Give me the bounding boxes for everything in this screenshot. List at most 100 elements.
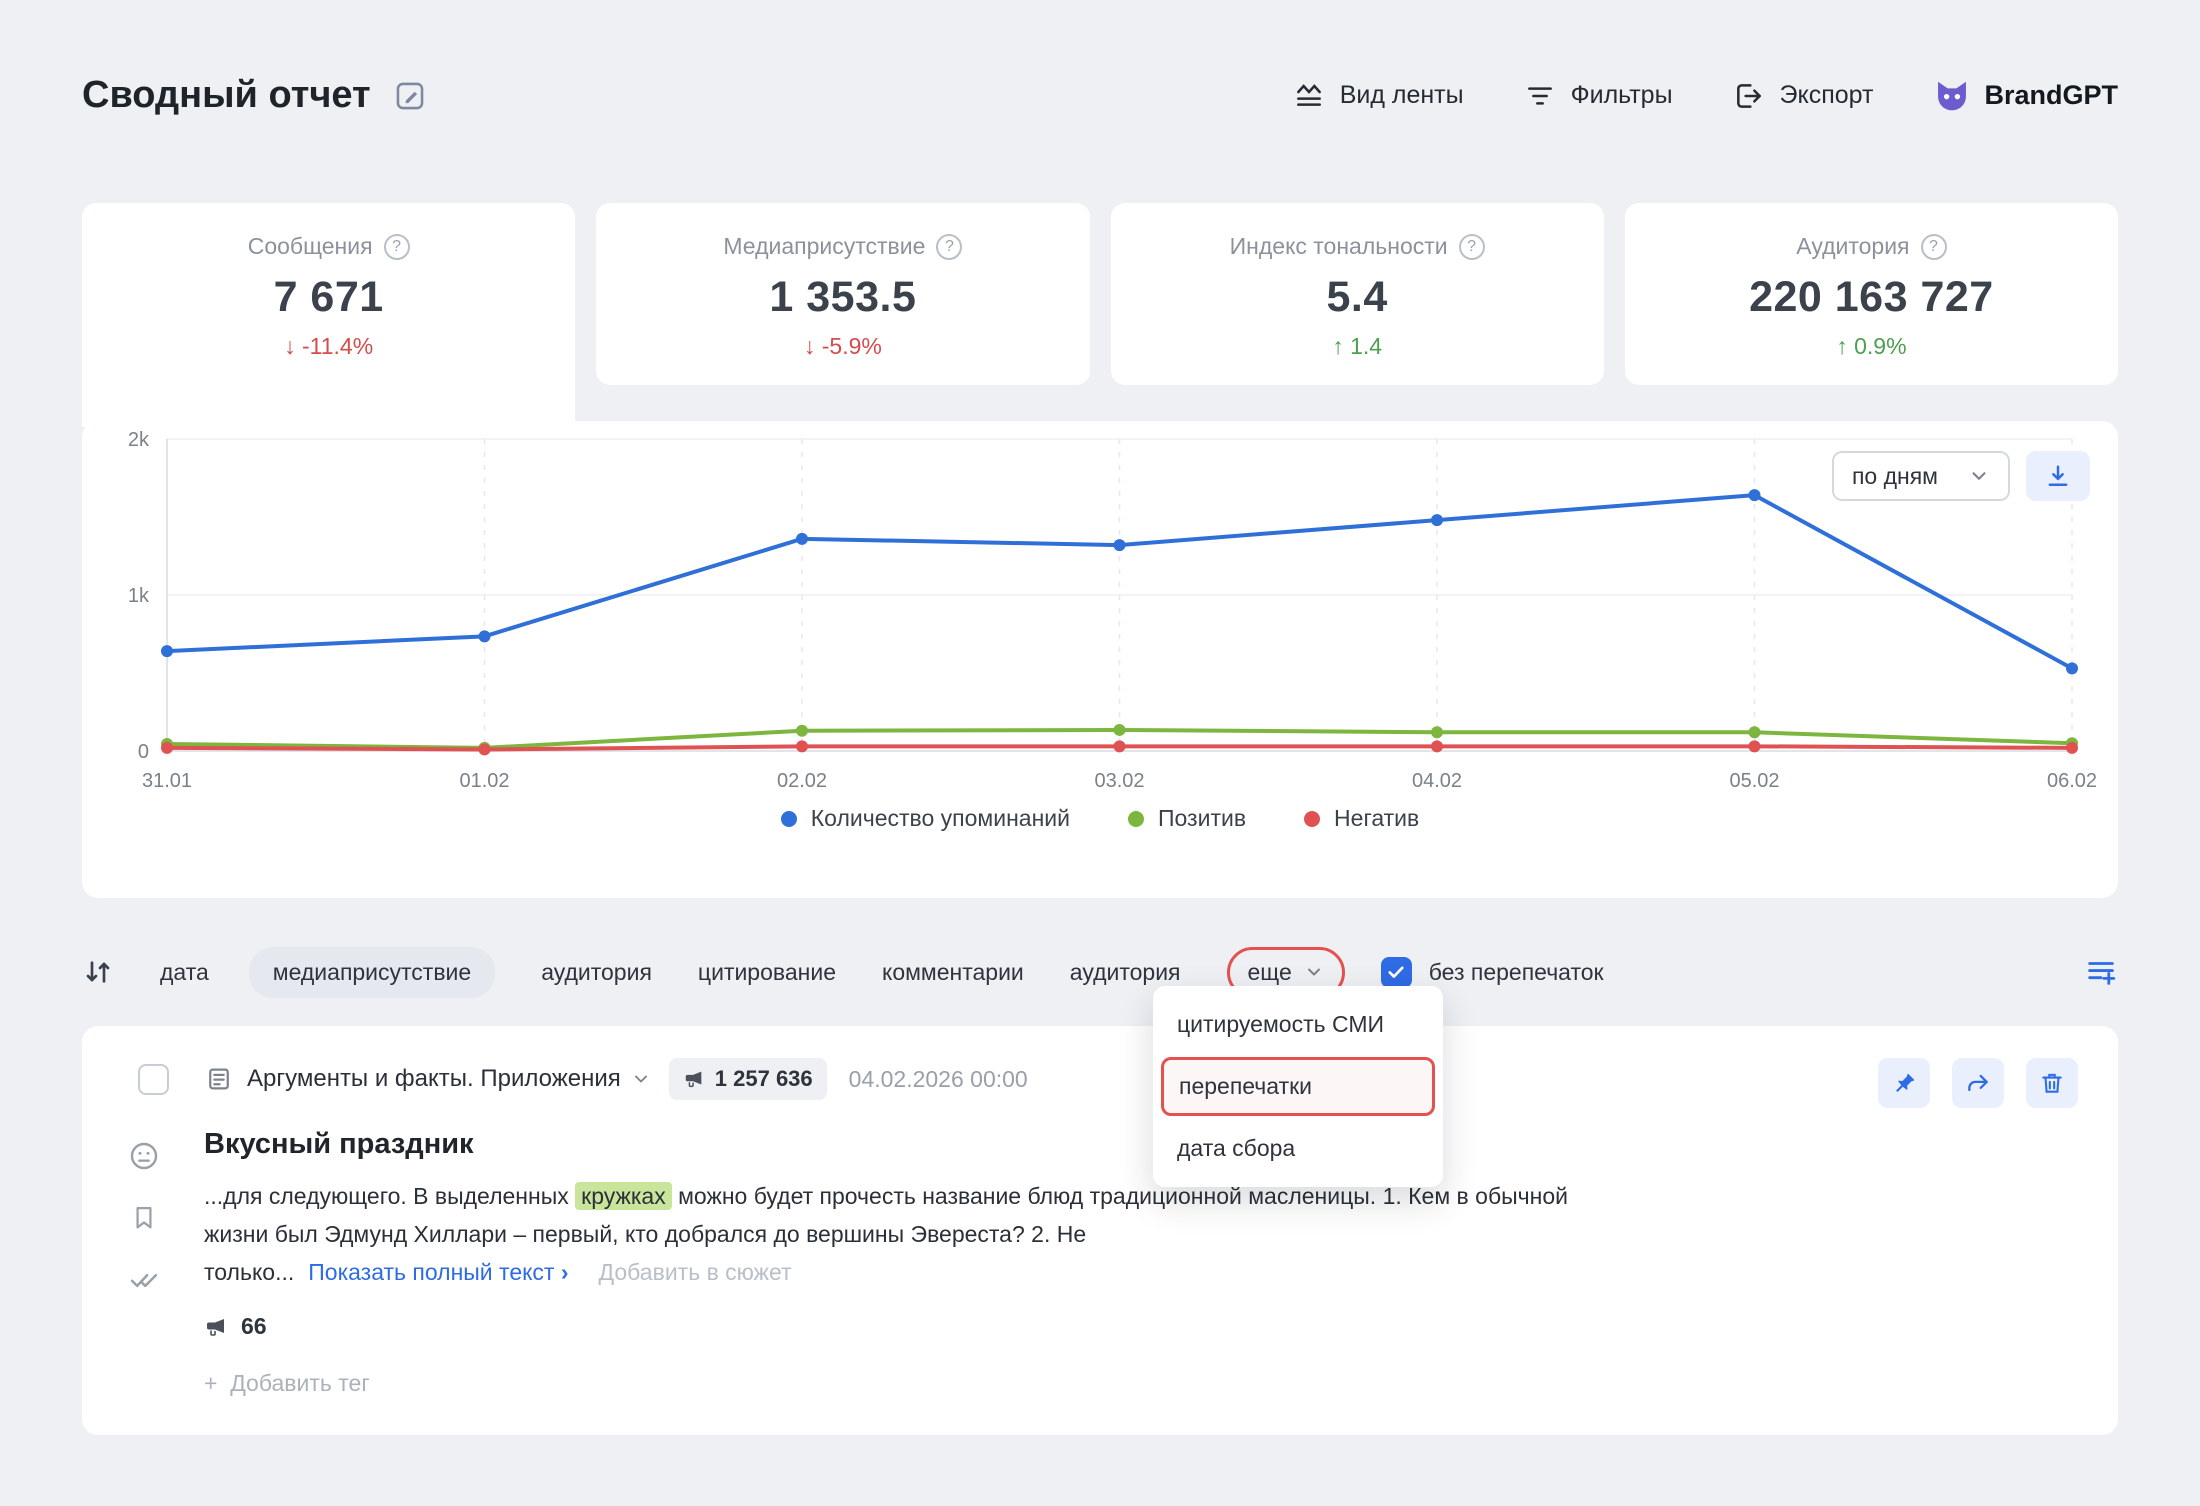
legend-item-positive[interactable]: Позитив (1128, 805, 1246, 832)
timeline-chart: 01k2k31.0101.0202.0203.0204.0205.0206.02 (82, 421, 2118, 801)
source-chevron-icon[interactable] (631, 1069, 651, 1089)
sort-option-citation[interactable]: цитирование (698, 959, 836, 986)
mentions-value: 66 (241, 1313, 267, 1340)
no-reprints-label: без перепечаток (1429, 959, 1604, 986)
svg-text:05.02: 05.02 (1729, 770, 1779, 792)
stat-value: 7 671 (82, 273, 575, 322)
add-to-story-button[interactable]: Добавить в сюжет (599, 1259, 792, 1285)
legend-item-mentions[interactable]: Количество упоминаний (781, 805, 1070, 832)
legend-dot (781, 811, 797, 827)
stat-value: 220 163 727 (1625, 273, 2118, 322)
svg-text:03.02: 03.02 (1094, 770, 1144, 792)
svg-text:2k: 2k (128, 429, 150, 451)
filter-bar: дата медиаприсутствие аудитория цитирова… (82, 946, 2118, 998)
chart-controls: по дням (1832, 451, 2090, 501)
stat-card-messages[interactable]: Сообщения? 7 671 ↓ -11.4% (82, 203, 575, 385)
svg-text:06.02: 06.02 (2047, 770, 2097, 792)
article-excerpt: ...для следующего. В выделенных кружках … (204, 1177, 1594, 1291)
bookmark-icon[interactable] (130, 1204, 158, 1232)
sort-option-audience-2[interactable]: аудитория (1070, 959, 1181, 986)
menu-item-media-citation[interactable]: цитируемость СМИ (1153, 994, 1443, 1055)
chart-panel: по дням 01k2k31.0101.0202.0203.0204.0205… (82, 421, 2118, 898)
svg-text:1k: 1k (128, 585, 150, 607)
stat-label: Сообщения (248, 233, 373, 260)
sort-option-date[interactable]: дата (160, 959, 209, 986)
export-button[interactable]: Экспорт (1733, 80, 1874, 112)
delete-button[interactable] (2026, 1058, 2078, 1108)
article-side-rail (128, 1140, 160, 1294)
edit-report-button[interactable] (393, 79, 427, 113)
stat-card-audience[interactable]: Аудитория? 220 163 727 ↑ 0.9% (1625, 203, 2118, 385)
help-icon[interactable]: ? (1459, 234, 1485, 260)
stat-card-tonality-index[interactable]: Индекс тональности? 5.4 ↑ 1.4 (1111, 203, 1604, 385)
more-label: еще (1248, 959, 1292, 986)
add-tag-button[interactable]: + Добавить тег (204, 1370, 2078, 1397)
source-doc-icon (205, 1065, 233, 1093)
share-icon (1965, 1070, 1991, 1096)
stat-cards: Сообщения? 7 671 ↓ -11.4% Медиаприсутств… (82, 203, 2118, 385)
svg-text:31.01: 31.01 (142, 770, 192, 792)
menu-item-reprints[interactable]: перепечатки (1161, 1057, 1435, 1116)
share-button[interactable] (1952, 1058, 2004, 1108)
legend-label: Позитив (1158, 805, 1246, 832)
article-checkbox[interactable] (138, 1064, 169, 1095)
add-to-list-button[interactable] (2084, 955, 2118, 989)
pin-button[interactable] (1878, 1058, 1930, 1108)
download-chart-button[interactable] (2026, 451, 2090, 501)
brandgpt-logo-icon (1933, 77, 1971, 115)
legend-dot (1304, 811, 1320, 827)
no-reprints-checkbox[interactable] (1381, 957, 1412, 988)
brand-label: BrandGPT (1984, 80, 2118, 111)
svg-text:0: 0 (138, 741, 149, 763)
sort-icon (82, 956, 114, 988)
menu-item-collection-date[interactable]: дата сбора (1153, 1118, 1443, 1179)
granularity-select[interactable]: по дням (1832, 451, 2010, 501)
show-full-text-link[interactable]: Показать полный текст › (308, 1259, 568, 1285)
help-icon[interactable]: ? (384, 234, 410, 260)
help-icon[interactable]: ? (1921, 234, 1947, 260)
trash-icon (2039, 1070, 2065, 1096)
feed-view-icon (1293, 80, 1325, 112)
megaphone-icon (683, 1068, 705, 1090)
brand-badge[interactable]: BrandGPT (1933, 77, 2118, 115)
legend-label: Негатив (1334, 805, 1419, 832)
granularity-value: по дням (1852, 463, 1938, 490)
header: Сводный отчет Вид ленты Фильтры Экспорт … (82, 74, 2118, 117)
chart-legend: Количество упоминаний Позитив Негатив (82, 805, 2118, 832)
article-source[interactable]: Аргументы и факты. Приложения (247, 1065, 621, 1093)
stat-delta: ↑ 0.9% (1625, 333, 2118, 360)
export-icon (1733, 80, 1765, 112)
feed-view-label: Вид ленты (1340, 81, 1464, 110)
sort-option-audience[interactable]: аудитория (541, 959, 652, 986)
megaphone-icon (204, 1315, 228, 1339)
stat-delta: ↓ -11.4% (82, 333, 575, 360)
sort-button[interactable] (82, 956, 114, 988)
filters-button[interactable]: Фильтры (1524, 80, 1673, 112)
feed-view-button[interactable]: Вид ленты (1293, 80, 1464, 112)
chevron-down-icon (1968, 465, 1990, 487)
download-icon (2044, 462, 2072, 490)
stat-delta: ↓ -5.9% (596, 333, 1089, 360)
article-datetime: 04.02.2026 00:00 (849, 1066, 1028, 1093)
article-title[interactable]: Вкусный праздник (204, 1128, 2078, 1161)
sort-option-comments[interactable]: комментарии (882, 959, 1024, 986)
playlist-add-icon (2084, 955, 2118, 989)
stat-card-media-presence[interactable]: Медиаприсутствие? 1 353.5 ↓ -5.9% (596, 203, 1089, 385)
help-icon[interactable]: ? (936, 234, 962, 260)
stat-label: Индекс тональности (1230, 233, 1448, 260)
stat-label: Аудитория (1796, 233, 1909, 260)
svg-text:02.02: 02.02 (777, 770, 827, 792)
sort-option-media-presence[interactable]: медиаприсутствие (249, 947, 495, 998)
sentiment-neutral-icon[interactable] (128, 1140, 160, 1172)
legend-item-negative[interactable]: Негатив (1304, 805, 1419, 832)
article-actions (1878, 1058, 2078, 1108)
chevron-right-icon: › (561, 1259, 569, 1285)
article-card: Аргументы и факты. Приложения 1 257 636 … (82, 1026, 2118, 1435)
reach-badge: 1 257 636 (669, 1058, 827, 1100)
stat-delta: ↑ 1.4 (1111, 333, 1604, 360)
export-label: Экспорт (1780, 81, 1874, 110)
article-card-header: Аргументы и факты. Приложения 1 257 636 … (138, 1058, 2078, 1100)
filters-label: Фильтры (1571, 81, 1673, 110)
double-check-icon[interactable] (129, 1264, 159, 1294)
dashboard-page: Сводный отчет Вид ленты Фильтры Экспорт … (0, 0, 2200, 1506)
